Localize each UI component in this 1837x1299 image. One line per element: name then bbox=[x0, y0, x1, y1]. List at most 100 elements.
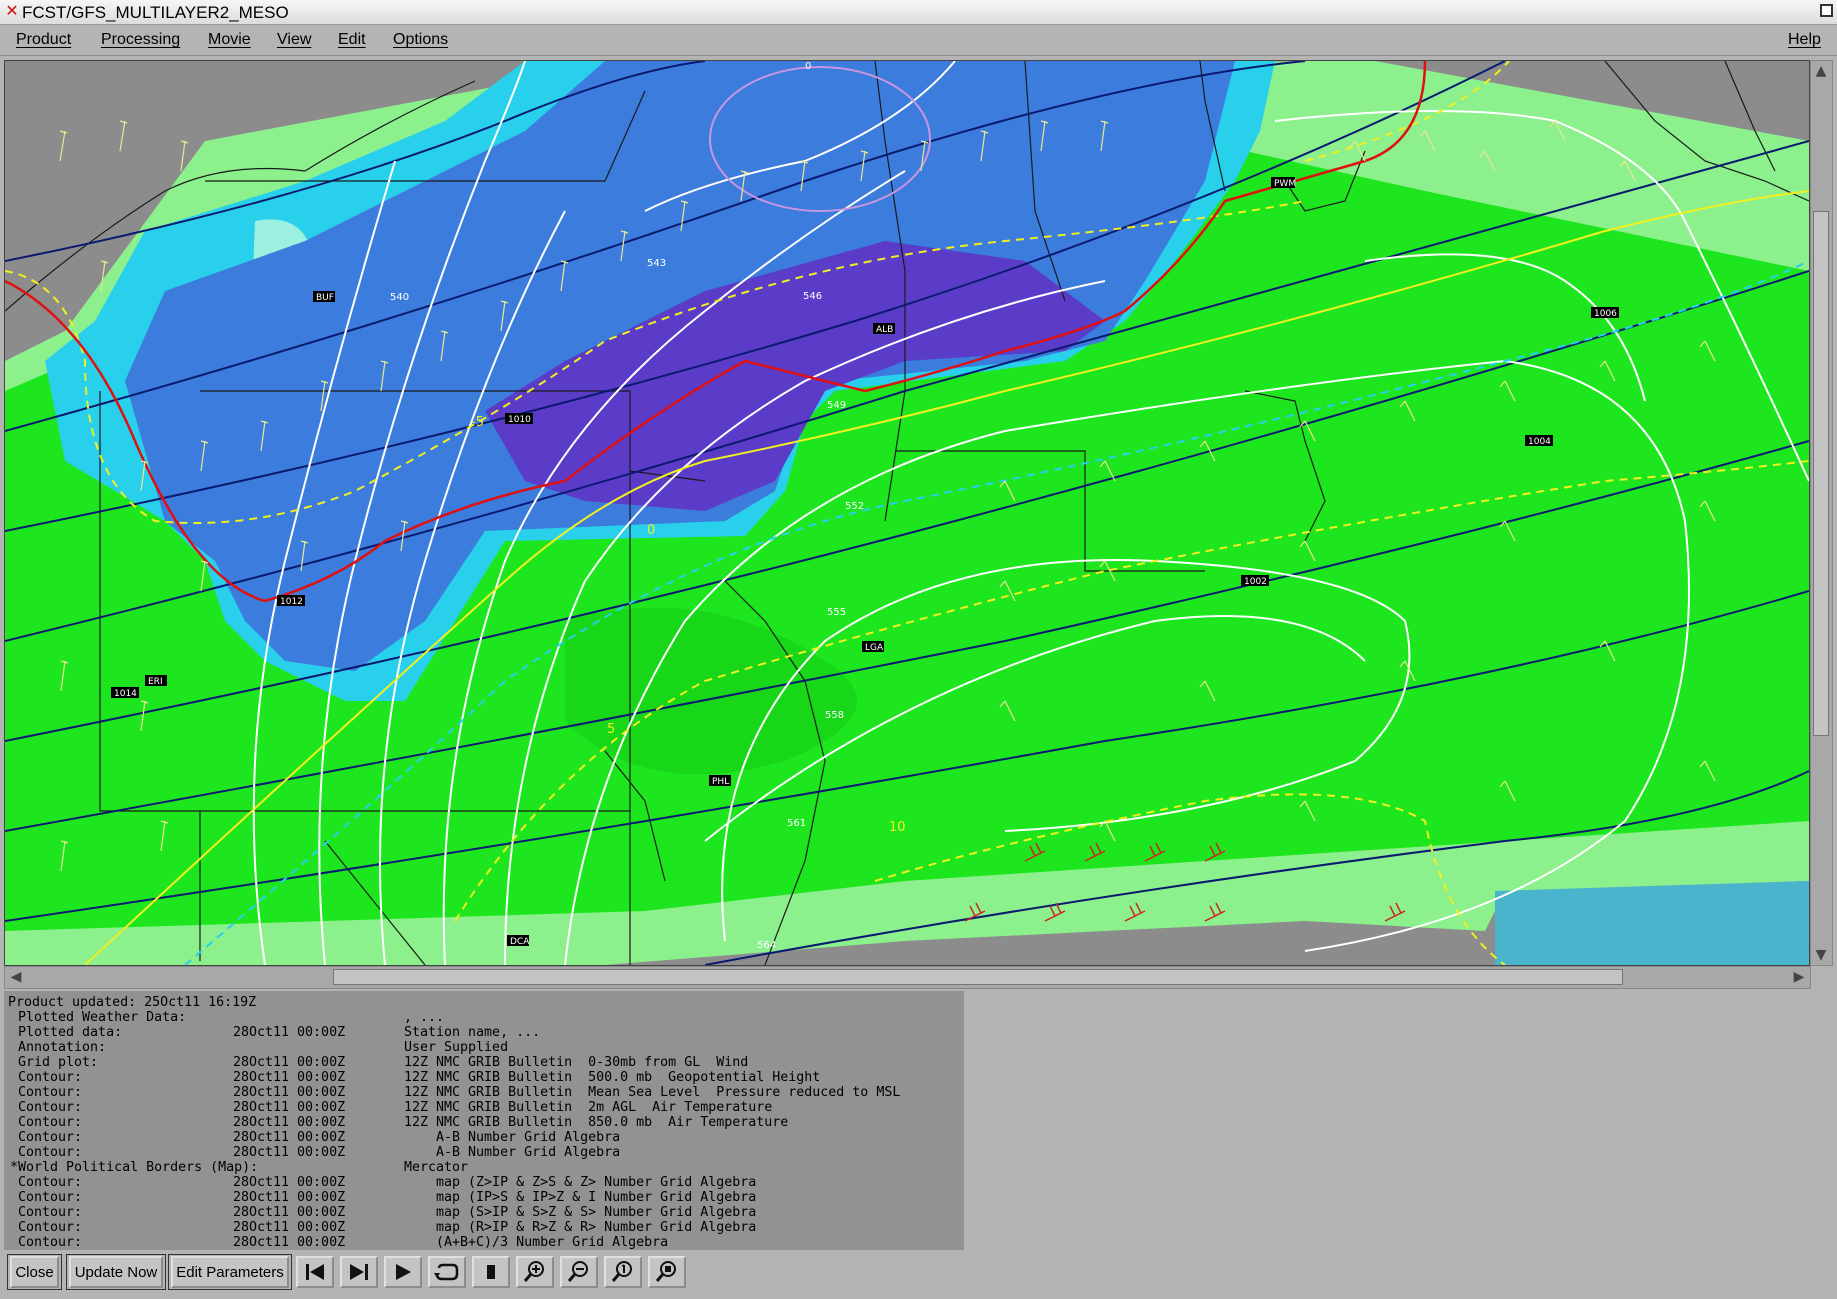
maximize-button[interactable] bbox=[1820, 4, 1833, 17]
info-row-description: Station name, ... bbox=[404, 1025, 541, 1040]
horizontal-scroll-thumb[interactable] bbox=[333, 969, 1623, 985]
height-label: 549 bbox=[827, 400, 846, 411]
info-row-description: map (IP>S & IP>Z & I Number Grid Algebra bbox=[404, 1190, 757, 1205]
snow-patch-southeast bbox=[1495, 881, 1809, 965]
station-label: DCA bbox=[510, 937, 530, 947]
info-row-description: map (S>IP & S>Z & S> Number Grid Algebra bbox=[404, 1205, 757, 1220]
edit-parameters-button[interactable]: Edit Parameters bbox=[171, 1256, 289, 1288]
station-label: LGA bbox=[865, 643, 884, 653]
info-row-label: Grid plot: bbox=[10, 1055, 99, 1070]
info-row-time: 28Oct11 00:00Z bbox=[233, 1190, 346, 1205]
zoom-in-icon[interactable] bbox=[516, 1256, 554, 1288]
height-label: 540 bbox=[390, 292, 409, 303]
info-row-time: 28Oct11 00:00Z bbox=[233, 1130, 346, 1145]
info-row-description: A-B Number Grid Algebra bbox=[404, 1130, 621, 1145]
scroll-up-arrow-icon[interactable]: ▲ bbox=[1813, 63, 1829, 79]
isobar-label: 1014 bbox=[114, 689, 137, 699]
isobar-label: 1012 bbox=[280, 597, 303, 607]
menu-help[interactable]: Help bbox=[1788, 31, 1821, 49]
info-row-description: map (Z>IP & Z>S & Z> Number Grid Algebra bbox=[404, 1175, 757, 1190]
menu-processing[interactable]: Processing bbox=[101, 31, 180, 49]
info-row-time: 28Oct11 00:00Z bbox=[233, 1220, 346, 1235]
info-row-time: 28Oct11 00:00Z bbox=[233, 1100, 346, 1115]
info-row-label: Contour: bbox=[10, 1130, 83, 1145]
menu-product[interactable]: Product bbox=[16, 31, 71, 49]
info-row-time: 28Oct11 00:00Z bbox=[233, 1145, 346, 1160]
stop-icon[interactable] bbox=[472, 1256, 510, 1288]
info-row-time: 28Oct11 00:00Z bbox=[233, 1025, 346, 1040]
first-frame-icon[interactable] bbox=[296, 1256, 334, 1288]
scroll-left-arrow-icon[interactable]: ◀ bbox=[7, 968, 25, 986]
play-icon[interactable] bbox=[384, 1256, 422, 1288]
info-row-description: 12Z NMC GRIB Bulletin 850.0 mb Air Tempe… bbox=[404, 1115, 789, 1130]
station-label: PWM bbox=[1274, 179, 1296, 189]
menu-edit[interactable]: Edit bbox=[338, 31, 366, 49]
height-label: 561 bbox=[787, 818, 806, 829]
menu-view[interactable]: View bbox=[277, 31, 311, 49]
height-label: 555 bbox=[827, 607, 846, 618]
isobar-label: 1006 bbox=[1594, 309, 1617, 319]
close-button[interactable]: Close bbox=[10, 1256, 59, 1288]
info-row-label: Contour: bbox=[10, 1205, 83, 1220]
info-row-time: 28Oct11 00:00Z bbox=[233, 1055, 346, 1070]
menu-movie[interactable]: Movie bbox=[208, 31, 251, 49]
info-row-time: 28Oct11 00:00Z bbox=[233, 1205, 346, 1220]
temperature-label: -5 bbox=[471, 415, 484, 430]
menu-bar: Product Processing Movie View Edit Optio… bbox=[0, 25, 1837, 56]
height-label: 558 bbox=[825, 710, 844, 721]
temperature-label: 0 bbox=[647, 523, 655, 538]
info-row-description: (A+B+C)/3 Number Grid Algebra bbox=[404, 1235, 669, 1250]
zoom-reset-icon[interactable] bbox=[604, 1256, 642, 1288]
update-now-button[interactable]: Update Now bbox=[69, 1256, 163, 1288]
height-label: 0 bbox=[805, 61, 811, 72]
isobar-label: 1002 bbox=[1244, 577, 1267, 587]
temperature-label: 10 bbox=[889, 820, 906, 835]
info-row-description: Mercator bbox=[404, 1160, 469, 1175]
horizontal-scrollbar[interactable]: ◀ ▶ bbox=[4, 966, 1811, 989]
product-updated-text: Product updated: 25Oct11 16:19Z bbox=[8, 995, 257, 1010]
product-info-panel: Product updated: 25Oct11 16:19Z Plotted … bbox=[4, 991, 964, 1250]
info-row-label: *World Political Borders (Map): bbox=[10, 1160, 259, 1175]
station-label: PHL bbox=[712, 777, 729, 787]
scroll-right-arrow-icon[interactable]: ▶ bbox=[1790, 968, 1808, 986]
window-title: FCST/GFS_MULTILAYER2_MESO bbox=[22, 3, 289, 22]
info-row-description: 12Z NMC GRIB Bulletin Mean Sea Level Pre… bbox=[404, 1085, 901, 1100]
info-row-description: 12Z NMC GRIB Bulletin 500.0 mb Geopotent… bbox=[404, 1070, 821, 1085]
info-row-description: A-B Number Grid Algebra bbox=[404, 1145, 621, 1160]
info-row-label: Contour: bbox=[10, 1235, 83, 1250]
weather-map-canvas[interactable]: BUF ALB PWM LGA PHL DCA ERI 1010 1012 10… bbox=[5, 61, 1809, 965]
station-label: ALB bbox=[876, 325, 893, 335]
info-row-label: Plotted data: bbox=[10, 1025, 123, 1040]
station-label: ERI bbox=[148, 677, 163, 687]
vertical-scrollbar[interactable]: ▲ ▼ bbox=[1810, 60, 1833, 966]
zoom-pan-icon[interactable] bbox=[648, 1256, 686, 1288]
info-row-time: 28Oct11 00:00Z bbox=[233, 1070, 346, 1085]
info-row-label: Contour: bbox=[10, 1085, 83, 1100]
app-x-icon: ✕ bbox=[5, 1, 19, 20]
scroll-down-arrow-icon[interactable]: ▼ bbox=[1813, 947, 1829, 963]
info-row-description: User Supplied bbox=[404, 1040, 509, 1055]
info-row-time: 28Oct11 00:00Z bbox=[233, 1235, 346, 1250]
zoom-out-icon[interactable] bbox=[560, 1256, 598, 1288]
info-row-label: Annotation: bbox=[10, 1040, 107, 1055]
info-row-description: 12Z NMC GRIB Bulletin 2m AGL Air Tempera… bbox=[404, 1100, 773, 1115]
info-row-label: Contour: bbox=[10, 1115, 83, 1130]
info-row-label: Plotted Weather Data: bbox=[10, 1010, 187, 1025]
loop-icon[interactable] bbox=[428, 1256, 466, 1288]
info-row-description: map (R>IP & R>Z & R> Number Grid Algebra bbox=[404, 1220, 757, 1235]
info-row-time: 28Oct11 00:00Z bbox=[233, 1175, 346, 1190]
height-label: 552 bbox=[845, 501, 864, 512]
info-row-label: Contour: bbox=[10, 1175, 83, 1190]
bottom-toolbar: Close Update Now Edit Parameters bbox=[4, 1254, 1834, 1294]
last-frame-icon[interactable] bbox=[340, 1256, 378, 1288]
info-row-label: Contour: bbox=[10, 1190, 83, 1205]
vertical-scroll-thumb[interactable] bbox=[1813, 211, 1829, 736]
menu-options[interactable]: Options bbox=[393, 31, 448, 49]
info-row-description: , ... bbox=[404, 1010, 445, 1025]
info-row-label: Contour: bbox=[10, 1070, 83, 1085]
info-row-description: 12Z NMC GRIB Bulletin 0-30mb from GL Win… bbox=[404, 1055, 749, 1070]
info-row-time: 28Oct11 00:00Z bbox=[233, 1085, 346, 1100]
height-label: 546 bbox=[803, 291, 822, 302]
info-row-label: Contour: bbox=[10, 1100, 83, 1115]
weather-map[interactable]: BUF ALB PWM LGA PHL DCA ERI 1010 1012 10… bbox=[4, 60, 1810, 966]
